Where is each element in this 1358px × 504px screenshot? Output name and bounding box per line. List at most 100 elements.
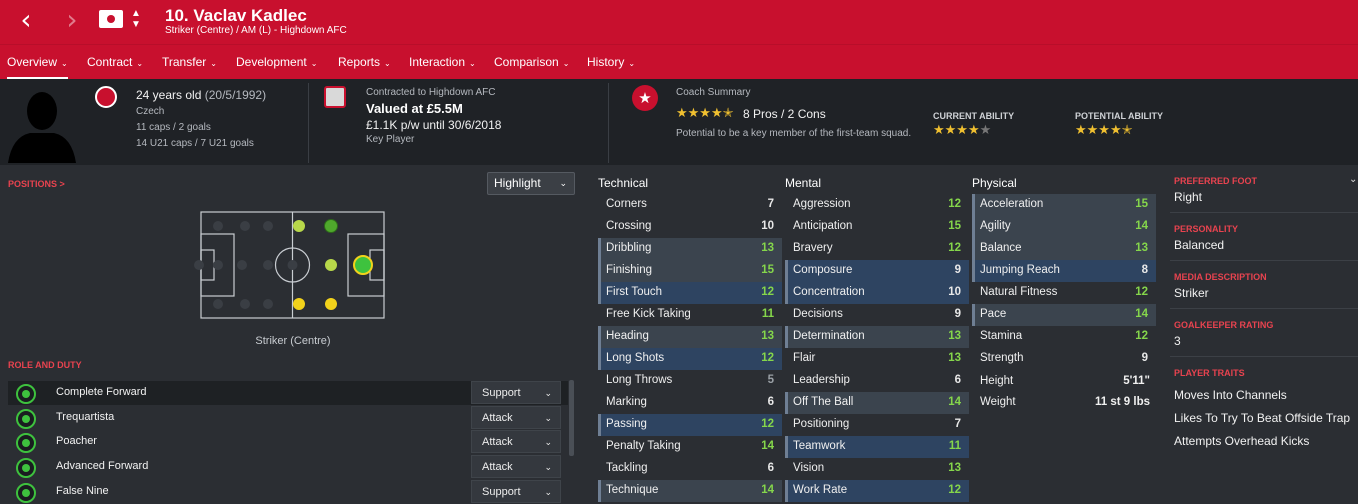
attribute-name: Aggression [793,198,851,210]
pos-dot [353,255,373,275]
role-row[interactable]: Poacher Attack ⌄ [8,430,568,454]
attribute-row-anticipation[interactable]: Anticipation 15 [785,216,969,238]
back-arrow-icon[interactable]: ‹ [12,6,40,34]
tab-transfer[interactable]: Transfer ⌄ [162,45,217,80]
attribute-row-vision[interactable]: Vision 13 [785,458,969,480]
positions-header[interactable]: POSITIONS > [8,179,65,189]
attribute-row-stamina[interactable]: Stamina 12 [972,326,1156,348]
roles-scrollbar[interactable] [569,380,574,456]
attribute-row-determination[interactable]: Determination 13 [785,326,969,348]
attribute-name: Positioning [793,418,850,430]
highlight-dropdown[interactable]: Highlight ⌄ [487,172,575,195]
tab-overview[interactable]: Overview ⌄ [7,45,68,80]
attribute-row-crossing[interactable]: Crossing 10 [598,216,782,238]
duty-dropdown[interactable]: Attack ⌄ [471,406,561,429]
highlight-bar [598,260,601,282]
player-up-down-icon[interactable]: ▲ ▼ [130,8,142,30]
attribute-row-technique[interactable]: Technique 14 [598,480,782,502]
pos-dot [324,219,338,233]
tab-comparison[interactable]: Comparison ⌄ [494,45,569,80]
attribute-name: First Touch [606,286,663,298]
attribute-row-pace[interactable]: Pace 14 [972,304,1156,326]
current-ability-stars: ★★★★★ [933,123,992,138]
role-name: Trequartista [56,411,115,423]
attribute-row-long-shots[interactable]: Long Shots 12 [598,348,782,370]
attribute-row-composure[interactable]: Composure 9 [785,260,969,282]
attribute-row-first-touch[interactable]: First Touch 12 [598,282,782,304]
tab-history[interactable]: History ⌄ [587,45,635,80]
pos-dot [293,298,305,310]
attribute-row-work-rate[interactable]: Work Rate 12 [785,480,969,502]
attribute-row-finishing[interactable]: Finishing 15 [598,260,782,282]
goalkeeper-rating: 3 [1174,334,1181,348]
role-row[interactable]: Advanced Forward Attack ⌄ [8,455,568,479]
role-row[interactable]: Trequartista Attack ⌄ [8,406,568,430]
attribute-row-penalty-taking[interactable]: Penalty Taking 14 [598,436,782,458]
attribute-row-agility[interactable]: Agility 14 [972,216,1156,238]
role-row[interactable]: Complete Forward Support ⌄ [8,381,568,405]
forward-arrow-icon[interactable]: › [58,6,86,34]
attribute-value: 13 [761,330,774,342]
role-suitability-icon [16,458,36,478]
attribute-row-passing[interactable]: Passing 12 [598,414,782,436]
tab-development[interactable]: Development ⌄ [236,45,317,80]
coach-star-icon: ★ [632,85,658,111]
chevron-down-icon: ⌄ [136,59,144,68]
attribute-name: Flair [793,352,816,364]
potential-ability-stars: ★★★★✭ [1075,123,1133,138]
attribute-row-corners[interactable]: Corners 7 [598,194,782,216]
attribute-row-marking[interactable]: Marking 6 [598,392,782,414]
pos-dot [293,220,305,232]
attribute-name: Tackling [606,462,648,474]
attribute-row-acceleration[interactable]: Acceleration 15 [972,194,1156,216]
attribute-row-positioning[interactable]: Positioning 7 [785,414,969,436]
attribute-value: 14 [1135,220,1148,232]
pos-dot [325,298,337,310]
media-description-label: MEDIA DESCRIPTION [1174,272,1267,282]
attribute-row-off-the-ball[interactable]: Off The Ball 14 [785,392,969,414]
attribute-row-concentration[interactable]: Concentration 10 [785,282,969,304]
attribute-row-jumping-reach[interactable]: Jumping Reach 8 [972,260,1156,282]
attribute-value: 11 [948,440,961,452]
attribute-row-strength[interactable]: Strength 9 [972,348,1156,370]
coach-summary-text: Potential to be a key member of the firs… [676,128,912,139]
attribute-row-long-throws[interactable]: Long Throws 5 [598,370,782,392]
personality-label: PERSONALITY [1174,224,1239,234]
attribute-row-bravery[interactable]: Bravery 12 [785,238,969,260]
role-name: Complete Forward [56,386,147,398]
attribute-row-tackling[interactable]: Tackling 6 [598,458,782,480]
attribute-row-balance[interactable]: Balance 13 [972,238,1156,260]
attribute-row-heading[interactable]: Heading 13 [598,326,782,348]
attribute-value: 15 [948,220,961,232]
mental-header: Mental [785,176,822,190]
tab-contract[interactable]: Contract ⌄ [87,45,143,80]
duty-dropdown[interactable]: Support ⌄ [471,480,561,503]
goalkeeper-rating-label: GOALKEEPER RATING [1174,320,1274,330]
duty-dropdown[interactable]: Support ⌄ [471,381,561,404]
attribute-row-decisions[interactable]: Decisions 9 [785,304,969,326]
tab-reports[interactable]: Reports ⌄ [338,45,391,80]
pros-cons: 8 Pros / 2 Cons [743,107,826,121]
tab-interaction[interactable]: Interaction ⌄ [409,45,476,80]
highlight-bar [598,326,601,348]
chevron-down-icon[interactable]: ⌄ [1349,174,1357,185]
attribute-name: Finishing [606,264,653,276]
highlight-bar [972,238,975,260]
attribute-row-flair[interactable]: Flair 13 [785,348,969,370]
attribute-row-leadership[interactable]: Leadership 6 [785,370,969,392]
attribute-row-teamwork[interactable]: Teamwork 11 [785,436,969,458]
duty-dropdown[interactable]: Attack ⌄ [471,455,561,478]
attribute-name: Long Shots [606,352,665,364]
pos-dot [213,299,223,309]
attribute-row-free-kick-taking[interactable]: Free Kick Taking 11 [598,304,782,326]
role-row[interactable]: False Nine Support ⌄ [8,480,568,504]
attribute-row-natural-fitness[interactable]: Natural Fitness 12 [972,282,1156,304]
duty-dropdown[interactable]: Attack ⌄ [471,430,561,453]
coach-rating-stars: ★★★★✭ [676,106,734,121]
preferred-foot: Right [1174,190,1203,204]
attribute-name: Stamina [980,330,1023,342]
attribute-value: 13 [761,242,774,254]
attribute-row-dribbling[interactable]: Dribbling 13 [598,238,782,260]
attribute-row-aggression[interactable]: Aggression 12 [785,194,969,216]
player-value: Valued at £5.5M [366,101,463,116]
